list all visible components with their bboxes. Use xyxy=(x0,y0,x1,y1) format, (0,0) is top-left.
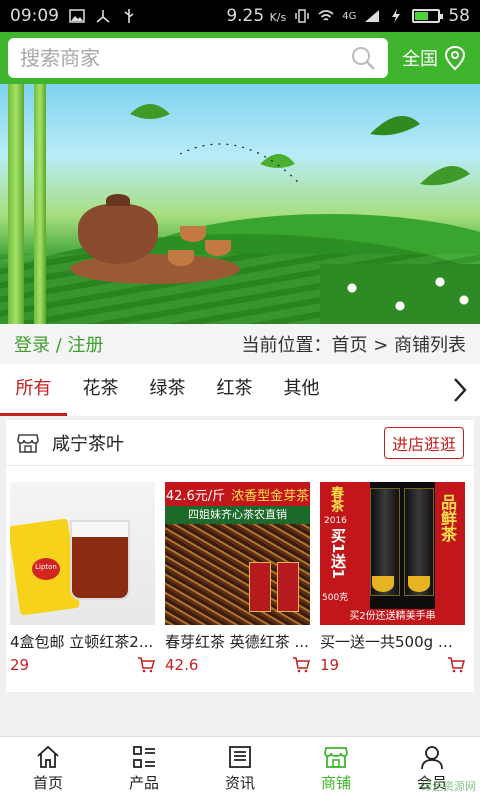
nav-news[interactable]: 资讯 xyxy=(192,737,288,800)
store-icon xyxy=(17,433,39,453)
product-image[interactable]: 42.6元/斤 浓香型金芽茶 四姐妹齐心茶农直销 xyxy=(165,482,310,625)
vibrate-icon xyxy=(295,9,309,23)
product-price: 19 xyxy=(320,656,340,674)
banner-flowers xyxy=(320,264,480,324)
banner-bamboo xyxy=(34,84,46,324)
product-image[interactable]: 春茶 2016 买1送1 500克 品鲜茶 买2份还送精美手串 xyxy=(320,482,465,625)
banner-bamboo xyxy=(8,84,24,324)
banner-cup xyxy=(180,226,206,242)
tea-can xyxy=(249,562,271,612)
cart-icon[interactable] xyxy=(292,657,310,673)
product-card[interactable]: 42.6元/斤 浓香型金芽茶 四姐妹齐心茶农直销 春芽红茶 英德红茶 ... 42… xyxy=(165,482,310,674)
tea-glass xyxy=(70,520,130,600)
region-selector[interactable]: 全国 xyxy=(402,45,466,71)
battery-level: 58 xyxy=(448,6,470,26)
list-icon xyxy=(133,746,155,768)
tea-can xyxy=(277,562,299,612)
shop-header: 咸宁茶叶 进店逛逛 xyxy=(6,420,474,466)
image-price-label: 42.6元/斤 浓香型金芽茶 xyxy=(165,482,310,506)
battery-fill xyxy=(415,12,429,20)
header: 全国 xyxy=(0,32,480,84)
nav-products-label: 产品 xyxy=(128,774,159,792)
product-card[interactable]: 春茶 2016 买1送1 500克 品鲜茶 买2份还送精美手串 买一送一共500… xyxy=(320,482,465,674)
region-label: 全国 xyxy=(402,49,438,70)
visit-shop-button[interactable]: 进店逛逛 xyxy=(383,426,464,459)
usb-icon xyxy=(124,9,134,23)
search-input[interactable] xyxy=(20,46,350,70)
product-card[interactable]: Lipton 4盒包邮 立顿红茶2... 29 xyxy=(10,482,155,674)
status-speed: 9.25 K/s xyxy=(226,6,287,26)
nav-products[interactable]: 产品 xyxy=(96,737,192,800)
shop-card: 咸宁茶叶 进店逛逛 Lipton 4盒包邮 立顿红茶2... 29 42.6元/… xyxy=(6,420,474,692)
product-title[interactable]: 4盒包邮 立顿红茶2... xyxy=(10,631,155,652)
tab-black-tea[interactable]: 红茶 xyxy=(201,364,268,416)
cart-icon[interactable] xyxy=(137,657,155,673)
cart-icon[interactable] xyxy=(447,657,465,673)
bottom-nav: 首页 产品 资讯 商铺 会员 绿色资源网 xyxy=(0,736,480,800)
tab-all[interactable]: 所有 xyxy=(0,364,67,416)
wifi-icon xyxy=(318,10,334,21)
tea-cup xyxy=(372,576,394,592)
tab-green-tea[interactable]: 绿茶 xyxy=(134,364,201,416)
search-icon[interactable] xyxy=(350,45,376,71)
user-icon xyxy=(421,746,443,770)
login-register-link[interactable]: 登录 / 注册 xyxy=(14,331,104,357)
banner-cup xyxy=(205,240,231,256)
product-title[interactable]: 买一送一共500g 特... xyxy=(320,631,465,652)
news-icon xyxy=(229,746,251,768)
product-price: 42.6 xyxy=(165,656,199,674)
shop-name[interactable]: 咸宁茶叶 xyxy=(52,430,124,456)
share-icon xyxy=(96,10,110,23)
promo-banner[interactable] xyxy=(0,84,480,324)
nav-home-label: 首页 xyxy=(32,774,63,792)
search-box[interactable] xyxy=(8,38,388,78)
gallery-icon xyxy=(69,9,85,23)
image-promo-strip: 买2份还送精美手串 xyxy=(320,609,465,625)
battery-icon xyxy=(412,9,444,23)
status-bar: 09:09 9.25 K/s 4G 58 xyxy=(0,0,480,32)
tab-flower-tea[interactable]: 花茶 xyxy=(67,364,134,416)
nav-shops[interactable]: 商铺 xyxy=(288,737,384,800)
product-price: 29 xyxy=(10,656,30,674)
location-pin-icon xyxy=(444,45,466,71)
status-time: 09:09 xyxy=(10,6,59,26)
tea-cup xyxy=(408,576,430,592)
watermark: 绿色资源网 xyxy=(421,780,476,793)
nav-shops-label: 商铺 xyxy=(320,774,351,792)
signal-icon xyxy=(365,10,380,22)
chevron-right-icon xyxy=(454,378,467,402)
home-icon xyxy=(37,745,59,768)
network-type: 4G xyxy=(342,10,357,22)
product-list: Lipton 4盒包邮 立顿红茶2... 29 42.6元/斤 浓香型金芽茶 四姐… xyxy=(6,466,474,674)
banner-cup xyxy=(168,250,194,266)
brand-logo: Lipton xyxy=(32,558,60,580)
tabs-scroll-right[interactable] xyxy=(440,364,480,416)
nav-news-label: 资讯 xyxy=(224,774,255,792)
product-title[interactable]: 春芽红茶 英德红茶 ... xyxy=(165,631,310,652)
store-icon xyxy=(324,747,348,768)
banner-leaves xyxy=(130,104,470,186)
category-tabs: 所有 花茶 绿茶 红茶 其他 xyxy=(0,364,480,416)
login-bar: 登录 / 注册 当前位置：首页 > 商铺列表 xyxy=(0,324,480,364)
image-band: 四姐妹齐心茶农直销 xyxy=(165,506,310,524)
banner-teapot xyxy=(78,194,158,264)
nav-home[interactable]: 首页 xyxy=(0,737,96,800)
tab-other[interactable]: 其他 xyxy=(268,364,335,416)
charging-icon xyxy=(392,9,401,23)
product-image[interactable]: Lipton xyxy=(10,482,155,625)
breadcrumb: 当前位置：首页 > 商铺列表 xyxy=(241,335,466,356)
